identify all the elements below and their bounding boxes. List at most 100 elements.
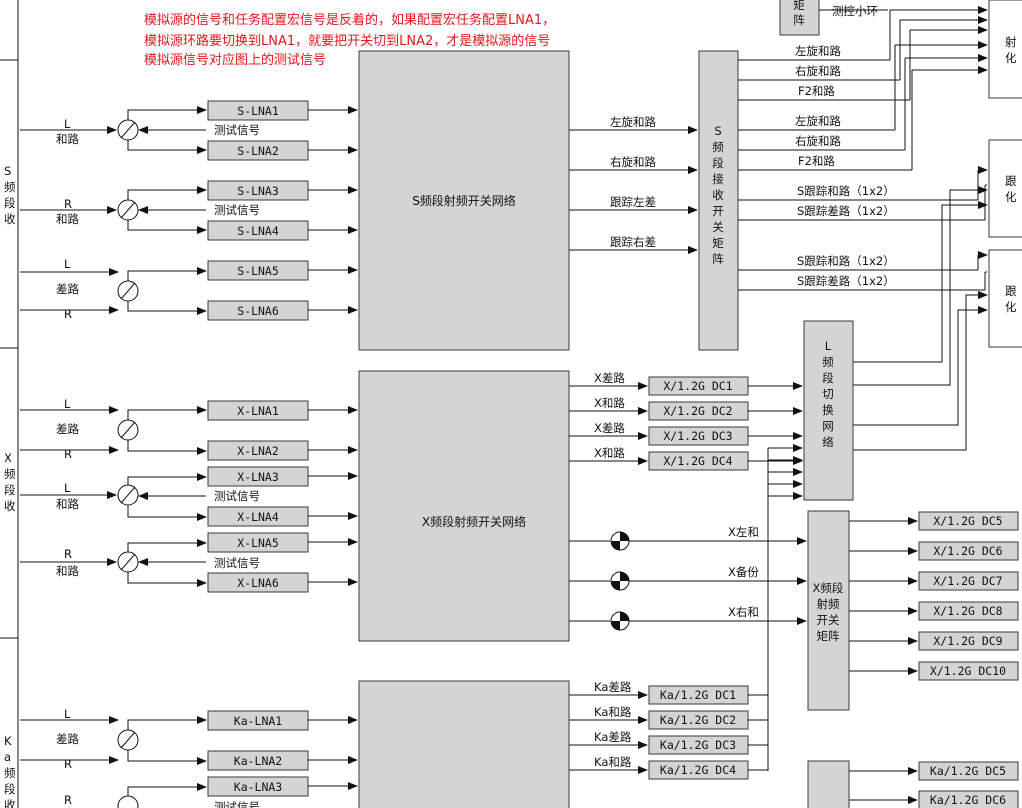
right-block-shepin (988, 0, 1022, 99)
right-routing (853, 6, 988, 451)
svg-text:X和路: X和路 (594, 396, 625, 410)
x-dc-right-boxes: X/1.2G DC5 X/1.2G DC6 X/1.2G DC7 X/1.2G … (849, 511, 1019, 681)
svg-text:L: L (64, 707, 71, 721)
svg-text:X右和: X右和 (728, 605, 759, 619)
svg-text:X/1.2G DC7: X/1.2G DC7 (933, 574, 1002, 588)
svg-text:X/1.2G DC2: X/1.2G DC2 (663, 404, 732, 418)
svg-text:换: 换 (822, 403, 834, 417)
svg-text:跟踪右差: 跟踪右差 (610, 235, 656, 249)
note-line-1: 模拟源的信号和任务配置宏信号是反着的，如果配置宏任务配置LNA1， (144, 12, 555, 28)
ka-input-group-1: L 差路 R (20, 707, 207, 771)
svg-text:化: 化 (1005, 51, 1017, 65)
svg-text:L: L (64, 257, 71, 271)
svg-text:矩: 矩 (793, 0, 805, 12)
svg-text:段: 段 (4, 782, 16, 796)
svg-text:X-LNA5: X-LNA5 (237, 536, 279, 550)
svg-text:和路: 和路 (56, 212, 79, 226)
s-network-outputs: 左旋和路 右旋和路 跟踪左差 跟踪右差 (569, 115, 698, 254)
svg-text:L: L (64, 481, 71, 495)
svg-text:R: R (64, 547, 72, 561)
svg-text:X/1.2G DC3: X/1.2G DC3 (663, 429, 732, 443)
svg-text:测试信号: 测试信号 (214, 203, 260, 217)
s-receive-switch-matrix-label: S 频 段 接 收 开 关 矩 阵 (712, 124, 724, 266)
svg-text:右旋和路: 右旋和路 (610, 155, 656, 169)
section-frame (0, 0, 19, 808)
svg-text:矩: 矩 (712, 236, 724, 250)
svg-text:收: 收 (712, 188, 724, 202)
svg-text:X差路: X差路 (594, 371, 625, 385)
ka-switch-matrix-partial (807, 760, 850, 808)
svg-text:和路: 和路 (56, 497, 79, 511)
x-rf-switch-network (358, 370, 570, 642)
svg-text:X差路: X差路 (594, 421, 625, 435)
s-matrix-outputs: 左旋和路 右旋和路 F2和路 左旋和路 右旋和路 F2和路 S跟踪和路（1x2）… (738, 44, 985, 291)
svg-text:R: R (64, 447, 72, 461)
svg-text:阵: 阵 (793, 13, 805, 27)
svg-text:段: 段 (4, 196, 16, 210)
svg-text:R: R (64, 793, 72, 807)
svg-text:X和路: X和路 (594, 446, 625, 460)
svg-text:测试信号: 测试信号 (214, 556, 260, 570)
svg-text:S: S (4, 164, 11, 178)
svg-text:X-LNA2: X-LNA2 (237, 444, 279, 458)
svg-text:Ka差路: Ka差路 (594, 680, 632, 694)
note-line-2: 模拟源环路要切换到LNA1，就要把开关切到LNA2，才是模拟源的信号 (144, 33, 550, 49)
svg-text:开: 开 (712, 204, 724, 218)
svg-text:S-LNA4: S-LNA4 (237, 224, 279, 238)
svg-text:S-LNA6: S-LNA6 (237, 304, 279, 318)
x-input-group-1: L 差路 R (20, 397, 207, 461)
svg-text:X/1.2G DC10: X/1.2G DC10 (930, 664, 1006, 678)
x-switch-outputs: X左和 X备份 X右和 (569, 525, 807, 631)
svg-text:S-LNA3: S-LNA3 (237, 184, 279, 198)
svg-text:化: 化 (1005, 190, 1017, 204)
note-line-3: 模拟源信号对应图上的测试信号 (144, 52, 326, 68)
l-band-switch-network-label: L 频 段 切 换 网 络 (822, 339, 834, 449)
svg-text:频: 频 (4, 467, 16, 481)
svg-text:网: 网 (822, 419, 834, 433)
right-block-track-2 (988, 249, 1022, 348)
svg-text:Ka/1.2G DC5: Ka/1.2G DC5 (930, 764, 1006, 778)
svg-text:射频: 射频 (817, 597, 840, 611)
svg-text:Ka/1.2G DC6: Ka/1.2G DC6 (930, 793, 1006, 807)
svg-text:和路: 和路 (56, 564, 79, 578)
svg-text:络: 络 (822, 435, 834, 449)
ka-dc-boxes: Ka/1.2G DC1 Ka/1.2G DC2 Ka/1.2G DC3 Ka/1… (648, 685, 768, 780)
svg-text:频: 频 (4, 180, 16, 194)
svg-text:射: 射 (1005, 35, 1017, 49)
svg-text:Ka/1.2G DC4: Ka/1.2G DC4 (660, 763, 736, 777)
svg-text:L: L (64, 117, 71, 131)
ka-bus (767, 444, 803, 771)
svg-text:Ka和路: Ka和路 (594, 755, 632, 769)
ka-dc-right-boxes: Ka/1.2G DC5 Ka/1.2G DC6 (849, 761, 1019, 808)
svg-text:左旋和路: 左旋和路 (795, 114, 841, 128)
svg-text:S-LNA5: S-LNA5 (237, 264, 279, 278)
x-rf-switch-network-label: X频段射频开关网络 (422, 514, 526, 529)
svg-text:Ka-LNA3: Ka-LNA3 (234, 780, 283, 794)
svg-text:X-LNA3: X-LNA3 (237, 470, 279, 484)
svg-text:测试信号: 测试信号 (214, 123, 260, 137)
svg-text:X-LNA6: X-LNA6 (237, 576, 279, 590)
x-network-outputs: X差路 X和路 X差路 X和路 (569, 371, 648, 465)
section-label-x: X 频 段 收 (4, 451, 16, 513)
svg-text:接: 接 (712, 172, 724, 186)
s-input-group-3: L 差路 R (20, 257, 207, 321)
svg-text:Ka/1.2G DC1: Ka/1.2G DC1 (660, 688, 736, 702)
svg-text:X-LNA4: X-LNA4 (237, 510, 279, 524)
svg-text:收: 收 (4, 499, 16, 513)
svg-text:S-LNA2: S-LNA2 (237, 144, 279, 158)
svg-text:S跟踪差路（1x2）: S跟踪差路（1x2） (797, 274, 895, 288)
svg-text:S跟踪和路（1x2）: S跟踪和路（1x2） (797, 184, 895, 198)
svg-text:阵: 阵 (712, 252, 724, 266)
svg-text:R: R (64, 197, 72, 211)
svg-text:段: 段 (712, 156, 724, 170)
svg-text:切: 切 (822, 387, 834, 401)
svg-text:X-LNA1: X-LNA1 (237, 404, 279, 418)
x-dc-boxes: X/1.2G DC1 X/1.2G DC2 X/1.2G DC3 X/1.2G … (648, 376, 803, 471)
svg-text:X/1.2G DC6: X/1.2G DC6 (933, 544, 1002, 558)
svg-text:化: 化 (1005, 300, 1017, 314)
svg-text:右旋和路: 右旋和路 (795, 64, 841, 78)
svg-text:矩阵: 矩阵 (817, 629, 840, 643)
svg-text:收: 收 (4, 212, 16, 226)
svg-text:Ka/1.2G DC3: Ka/1.2G DC3 (660, 738, 736, 752)
svg-text:X/1.2G DC5: X/1.2G DC5 (933, 514, 1002, 528)
